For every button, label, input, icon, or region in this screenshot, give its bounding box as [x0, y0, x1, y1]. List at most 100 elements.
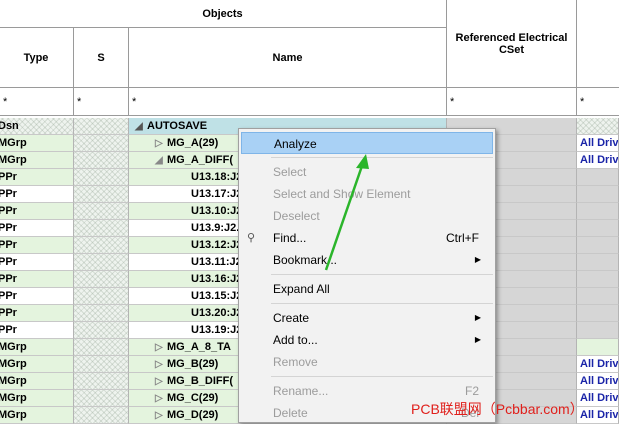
last-filter-input[interactable]: *	[577, 88, 619, 116]
expand-arrow-icon[interactable]: ▷	[155, 391, 167, 406]
row-last-cell[interactable]	[577, 322, 619, 339]
row-name-label: MG_A_DIFF(	[167, 154, 233, 166]
row-name-label: U13.16:J2	[191, 273, 243, 285]
row-name-label: U13.10:J2	[191, 205, 243, 217]
row-last-cell[interactable]	[577, 305, 619, 322]
menu-item-remove[interactable]: Remove	[241, 351, 493, 373]
row-last-cell[interactable]	[577, 288, 619, 305]
row-s-cell	[74, 373, 129, 390]
row-name-label: U13.20:J2	[191, 307, 243, 319]
menu-item-bookmark[interactable]: Bookmark... ▶	[241, 249, 493, 271]
menu-item-select[interactable]: Select	[241, 161, 493, 183]
s-column-header[interactable]: S	[74, 28, 129, 88]
row-name-label: MG_B(29)	[167, 358, 219, 370]
row-type-cell: MGrp	[0, 339, 74, 356]
row-last-cell[interactable]	[577, 203, 619, 220]
row-name-label: U13.18:J2	[191, 171, 243, 183]
menu-item-shortcut: Ctrl+F	[446, 231, 479, 245]
menu-separator	[271, 303, 493, 304]
row-type-cell: PPr	[0, 271, 74, 288]
row-last-cell[interactable]	[577, 339, 619, 356]
row-last-cell[interactable]	[577, 186, 619, 203]
row-type-cell: PPr	[0, 322, 74, 339]
menu-item-add-to[interactable]: Add to... ▶	[241, 329, 493, 351]
row-s-cell	[74, 118, 129, 135]
next-column-header[interactable]	[577, 0, 619, 88]
name-filter-input[interactable]: *	[129, 88, 447, 116]
row-s-cell	[74, 186, 129, 203]
row-name-label: MG_C(29)	[167, 392, 219, 404]
row-type-cell: PPr	[0, 169, 74, 186]
row-last-cell[interactable]	[577, 220, 619, 237]
menu-item-label: Select	[273, 165, 307, 179]
row-type-cell: MGrp	[0, 373, 74, 390]
row-s-cell	[74, 254, 129, 271]
row-last-cell[interactable]	[577, 169, 619, 186]
menu-item-select-and-show-element[interactable]: Select and Show Element	[241, 183, 493, 205]
row-name-label: U13.19:J2	[191, 324, 243, 336]
row-last-cell[interactable]: All Driv	[577, 135, 619, 152]
expand-arrow-icon[interactable]: ▷	[155, 340, 167, 355]
row-type-cell: PPr	[0, 254, 74, 271]
row-s-cell	[74, 220, 129, 237]
menu-item-label: Select and Show Element	[273, 187, 411, 201]
expand-arrow-icon[interactable]: ▷	[155, 374, 167, 389]
menu-item-analyze[interactable]: Analyze	[241, 132, 493, 154]
row-last-cell[interactable]: All Driv	[577, 373, 619, 390]
row-s-cell	[74, 237, 129, 254]
row-type-cell: MGrp	[0, 135, 74, 152]
type-column-header[interactable]: Type	[0, 28, 74, 88]
name-column-header[interactable]: Name	[129, 28, 447, 88]
menu-separator	[271, 157, 493, 158]
menu-separator	[271, 274, 493, 275]
row-type-cell: Dsn	[0, 118, 74, 135]
expand-arrow-icon[interactable]: ▷	[155, 136, 167, 151]
submenu-arrow-icon: ▶	[474, 335, 481, 344]
s-filter-input[interactable]: *	[74, 88, 129, 116]
row-last-cell[interactable]: All Driv	[577, 356, 619, 373]
row-name-label: MG_A_8_TA	[167, 341, 231, 353]
ref-cset-filter-input[interactable]: *	[447, 88, 577, 116]
row-last-cell[interactable]	[577, 271, 619, 288]
row-type-cell: MGrp	[0, 407, 74, 424]
collapse-arrow-icon[interactable]: ◢	[155, 153, 167, 168]
row-s-cell	[74, 356, 129, 373]
row-s-cell	[74, 288, 129, 305]
row-last-cell[interactable]: All Driv	[577, 152, 619, 169]
row-name-label: U13.11:J2	[191, 256, 242, 268]
row-last-cell[interactable]	[577, 118, 619, 135]
row-type-cell: PPr	[0, 203, 74, 220]
menu-item-create[interactable]: Create ▶	[241, 307, 493, 329]
row-name-label: U13.9:J2.	[191, 222, 240, 234]
menu-item-find[interactable]: ⚲ Find... Ctrl+F	[241, 227, 493, 249]
row-s-cell	[74, 322, 129, 339]
menu-item-label: Find...	[273, 231, 307, 245]
row-last-cell[interactable]	[577, 254, 619, 271]
menu-item-deselect[interactable]: Deselect	[241, 205, 493, 227]
watermark-text: PCB联盟网（Pcbbar.com）	[411, 401, 584, 417]
referenced-electrical-cset-header[interactable]: Referenced Electrical CSet	[447, 0, 577, 88]
row-last-cell[interactable]	[577, 237, 619, 254]
menu-item-label: Analyze	[274, 137, 317, 151]
menu-separator	[271, 376, 493, 377]
menu-item-expand-all[interactable]: Expand All	[241, 278, 493, 300]
row-s-cell	[74, 203, 129, 220]
menu-item-label: Create	[273, 311, 310, 325]
row-s-cell	[74, 407, 129, 424]
menu-item-label: Rename...	[273, 384, 329, 398]
menu-item-label: Expand All	[273, 282, 330, 296]
menu-item-label: Deselect	[273, 209, 320, 223]
menu-item-label: Bookmark...	[273, 253, 338, 267]
row-s-cell	[74, 271, 129, 288]
row-s-cell	[74, 339, 129, 356]
row-s-cell	[74, 152, 129, 169]
collapse-arrow-icon[interactable]: ◢	[135, 119, 147, 134]
expand-arrow-icon[interactable]: ▷	[155, 408, 167, 423]
row-s-cell	[74, 390, 129, 407]
row-type-cell: MGrp	[0, 390, 74, 407]
expand-arrow-icon[interactable]: ▷	[155, 357, 167, 372]
submenu-arrow-icon: ▶	[474, 255, 481, 264]
type-filter-input[interactable]: *	[0, 88, 74, 116]
menu-item-label: Remove	[273, 355, 318, 369]
row-type-cell: PPr	[0, 237, 74, 254]
